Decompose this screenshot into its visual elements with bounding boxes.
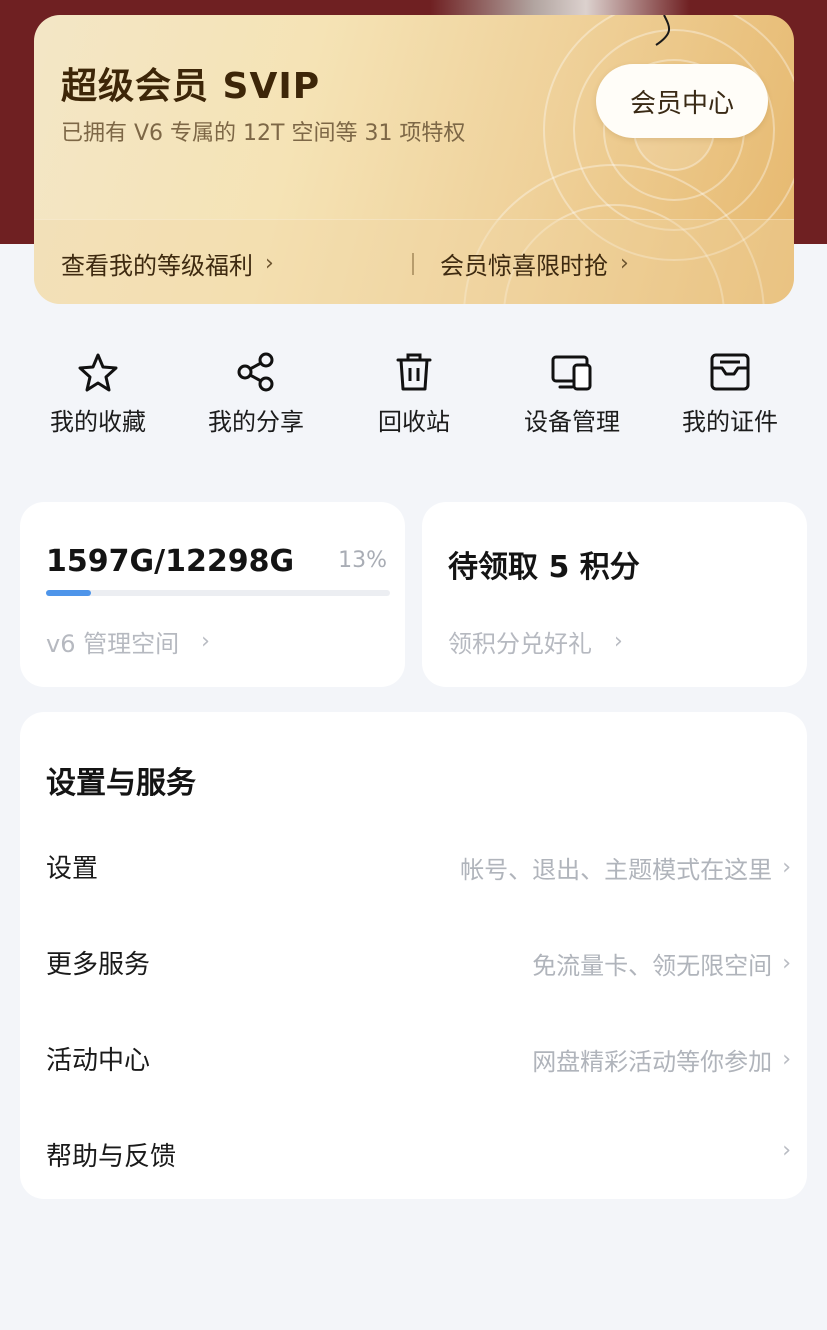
vip-links-bar: 查看我的等级福利 › 会员惊喜限时抢 › [34, 219, 794, 304]
storage-progress-bar [46, 590, 390, 596]
settings-row-hint-group: 帐号、退出、主题模式在这里 › [460, 850, 791, 885]
chevron-right-icon: › [201, 629, 210, 654]
chevron-right-icon: › [782, 1047, 791, 1072]
flash-sale-link[interactable]: 会员惊喜限时抢 › [440, 246, 629, 281]
id-card-icon [710, 353, 750, 391]
my-documents-label: 我的证件 [682, 408, 778, 436]
storage-usage: 1597G/12298G [46, 544, 295, 579]
chevron-right-icon: › [782, 951, 791, 976]
chevron-right-icon: › [614, 629, 623, 654]
settings-row-label: 帮助与反馈 [46, 1142, 177, 1172]
settings-row-label: 更多服务 [46, 950, 151, 980]
vip-title: 超级会员 SVIP [61, 66, 321, 107]
trash-icon [396, 353, 432, 391]
chevron-right-icon: › [782, 855, 791, 880]
favorites-label: 我的收藏 [50, 408, 146, 436]
member-center-button[interactable]: 会员中心 [596, 64, 768, 138]
chevron-right-icon: › [265, 251, 274, 276]
settings-row-hint: 网盘精彩活动等你参加 [532, 1048, 773, 1076]
settings-section-title: 设置与服务 [46, 766, 196, 801]
quick-actions: 我的收藏 我的分享 回收站 设备管理 我的证件 [20, 350, 807, 440]
shares-label: 我的分享 [208, 408, 304, 436]
chevron-right-icon: › [620, 251, 629, 276]
settings-row-hint-group: › [772, 1138, 791, 1163]
redeem-points-link[interactable]: 领积分兑好礼 › [448, 624, 623, 659]
redeem-points-label: 领积分兑好礼 [448, 630, 592, 658]
shares-button[interactable]: 我的分享 [186, 350, 326, 437]
settings-row-hint: 帐号、退出、主题模式在这里 [460, 856, 773, 884]
settings-row-label: 活动中心 [46, 1046, 151, 1076]
settings-row-hint-group: 免流量卡、领无限空间 › [532, 946, 791, 981]
settings-row-help-feedback[interactable]: 帮助与反馈 › [20, 1104, 807, 1200]
chevron-right-icon: › [782, 1138, 791, 1163]
devices-icon [551, 355, 592, 391]
vip-subtitle: 已拥有 V6 专属的 12T 空间等 31 项特权 [61, 121, 466, 146]
favorites-button[interactable]: 我的收藏 [28, 350, 168, 437]
settings-row-label: 设置 [46, 854, 99, 884]
storage-card[interactable]: 1597G/12298G 13% v6 管理空间 › [20, 502, 405, 687]
device-management-button[interactable]: 设备管理 [502, 350, 642, 437]
settings-services-card: 设置与服务 设置 帐号、退出、主题模式在这里 › 更多服务 免流量卡、领无限空间… [20, 712, 807, 1199]
settings-row-activity-center[interactable]: 活动中心 网盘精彩活动等你参加 › [20, 1008, 807, 1104]
recycle-bin-button[interactable]: 回收站 [344, 350, 484, 437]
share-icon [237, 352, 274, 392]
storage-progress-fill [46, 590, 91, 596]
points-title: 待领取 5 积分 [448, 550, 640, 585]
level-benefits-label: 查看我的等级福利 [61, 252, 253, 280]
device-management-label: 设备管理 [524, 408, 620, 436]
settings-row-more-services[interactable]: 更多服务 免流量卡、领无限空间 › [20, 912, 807, 1008]
svip-card[interactable]: 超级会员 SVIP 已拥有 V6 专属的 12T 空间等 31 项特权 会员中心… [34, 15, 794, 304]
settings-row-settings[interactable]: 设置 帐号、退出、主题模式在这里 › [20, 816, 807, 912]
settings-row-hint: 免流量卡、领无限空间 [532, 952, 773, 980]
manage-space-label: v6 管理空间 [46, 630, 180, 658]
my-documents-button[interactable]: 我的证件 [660, 350, 800, 437]
level-benefits-link[interactable]: 查看我的等级福利 › [61, 246, 274, 281]
divider [412, 253, 414, 275]
storage-percent: 13% [338, 548, 387, 573]
flash-sale-label: 会员惊喜限时抢 [440, 252, 608, 280]
settings-row-hint-group: 网盘精彩活动等你参加 › [532, 1042, 791, 1077]
manage-space-link[interactable]: v6 管理空间 › [46, 624, 210, 659]
star-icon [78, 353, 118, 392]
recycle-bin-label: 回收站 [378, 408, 450, 436]
points-card[interactable]: 待领取 5 积分 领积分兑好礼 › [422, 502, 807, 687]
